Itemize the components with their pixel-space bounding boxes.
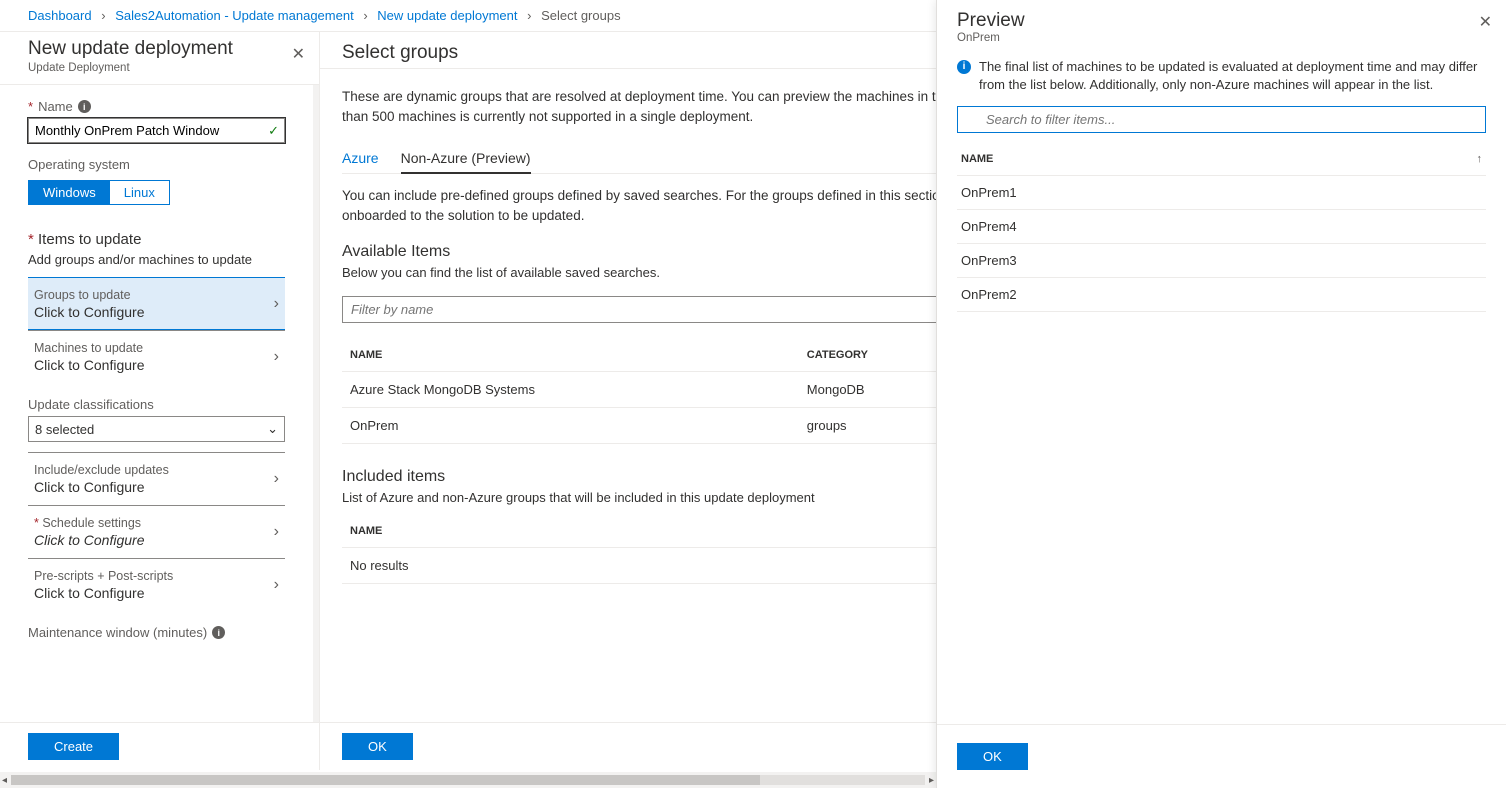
chevron-right-icon: › [274,295,279,313]
chevron-right-icon: › [274,576,279,594]
chevron-right-icon: › [274,348,279,366]
scroll-right-icon[interactable]: ▸ [929,775,934,786]
classif-dropdown[interactable]: 8 selected ⌄ [28,416,285,442]
horizontal-scrollbar[interactable]: ◂ ▸ [0,772,936,788]
left-title: New update deployment [28,38,291,60]
preview-search-input[interactable] [957,106,1486,133]
chevron-right-icon: › [274,470,279,488]
chevron-right-icon: › [274,523,279,541]
tab-azure[interactable]: Azure [342,144,379,173]
sort-icon[interactable]: ↑ [1477,153,1483,165]
scripts-item[interactable]: Pre-scripts + Post-scripts Click to Conf… [28,558,285,611]
chevron-right-icon: › [527,8,531,23]
chevron-down-icon: ⌄ [267,421,278,437]
items-desc: Add groups and/or machines to update [28,252,285,267]
breadcrumb-automation[interactable]: Sales2Automation - Update management [115,8,353,23]
os-windows-button[interactable]: Windows [29,181,110,204]
preview-row[interactable]: OnPrem2 [957,278,1486,312]
left-panel: New update deployment Update Deployment … [0,32,320,770]
preview-panel: Preview OnPrem ✕ i The final list of mac… [936,0,1506,788]
os-label: Operating system [28,157,285,172]
check-icon: ✓ [268,123,279,139]
groups-to-update-item[interactable]: Groups to update Click to Configure › [28,277,285,330]
machines-to-update-item[interactable]: Machines to update Click to Configure › [28,330,285,383]
info-icon[interactable]: i [212,626,225,639]
chevron-right-icon: › [101,8,105,23]
scroll-left-icon[interactable]: ◂ [2,775,7,786]
close-icon[interactable]: ✕ [288,40,309,68]
breadcrumb-dashboard[interactable]: Dashboard [28,8,92,23]
schedule-settings-item[interactable]: Schedule settings Click to Configure › [28,505,285,558]
th-name[interactable]: NAME [342,515,970,548]
info-icon: i [957,60,971,74]
info-banner: i The final list of machines to be updat… [957,58,1486,94]
preview-title: Preview [957,10,1486,32]
close-icon[interactable]: ✕ [1475,8,1496,36]
maintenance-label: Maintenance window (minutes) i [28,625,285,640]
preview-table-header[interactable]: NAME ↑ [957,143,1486,176]
preview-row[interactable]: OnPrem1 [957,176,1486,210]
os-toggle: Windows Linux [28,180,170,205]
create-button[interactable]: Create [28,733,119,760]
ok-button[interactable]: OK [342,733,413,760]
classif-label: Update classifications [28,397,285,412]
left-subtitle: Update Deployment [28,62,291,74]
include-exclude-item[interactable]: Include/exclude updates Click to Configu… [28,453,285,505]
th-name[interactable]: NAME [342,339,799,372]
preview-row[interactable]: OnPrem3 [957,244,1486,278]
breadcrumb-new-deployment[interactable]: New update deployment [377,8,517,23]
tab-non-azure[interactable]: Non-Azure (Preview) [401,144,531,174]
name-label: Name i [28,99,285,114]
breadcrumb-current: Select groups [541,8,621,23]
name-input[interactable] [28,118,285,143]
os-linux-button[interactable]: Linux [110,181,169,204]
items-title: Items to update [28,231,285,248]
preview-row[interactable]: OnPrem4 [957,210,1486,244]
chevron-right-icon: › [363,8,367,23]
preview-subtitle: OnPrem [957,32,1486,44]
ok-button[interactable]: OK [957,743,1028,770]
info-icon[interactable]: i [78,100,91,113]
